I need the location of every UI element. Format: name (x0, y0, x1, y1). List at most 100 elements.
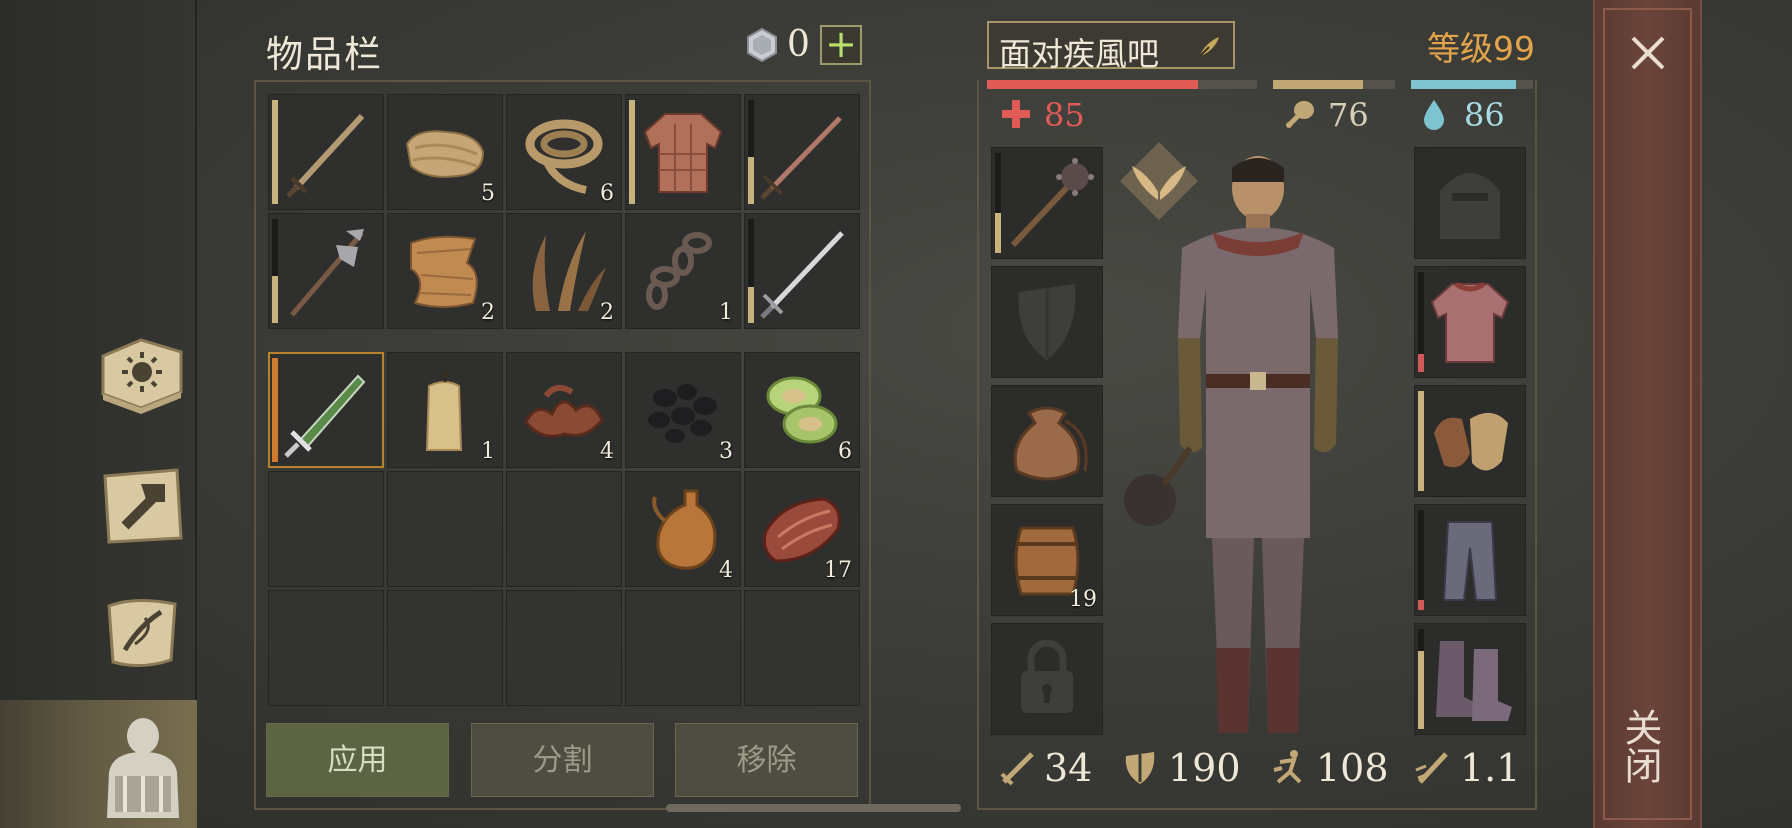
add-coins-button[interactable]: + (820, 25, 862, 65)
apply-button[interactable]: 应用 (266, 723, 449, 797)
inventory-slot-11[interactable] (268, 352, 384, 468)
inventory-slot-9[interactable]: 1 (625, 213, 741, 329)
water-bar (1411, 80, 1533, 89)
item-count: 1 (481, 439, 495, 464)
armor-shield-icon (1125, 752, 1155, 784)
equip-slot-hands[interactable] (1414, 385, 1526, 497)
equip-slot-weapon[interactable] (991, 147, 1103, 259)
chainmail-icon (1430, 281, 1510, 363)
split-button[interactable]: 分割 (471, 723, 654, 797)
inventory-slot-18[interactable] (506, 471, 622, 587)
character-model (1124, 156, 1338, 733)
inventory-slot-23[interactable] (506, 590, 622, 706)
gloves-icon (1434, 412, 1508, 471)
inventory-slot-6[interactable] (268, 213, 384, 329)
equip-slot-legs[interactable] (1414, 504, 1526, 616)
poison-dagger-icon (284, 374, 366, 458)
mace-icon (1010, 158, 1094, 248)
item-count: 5 (481, 181, 495, 206)
halberd-icon (290, 229, 364, 317)
padded-armor-icon (643, 113, 723, 193)
attack-sword-icon (1000, 752, 1034, 786)
water-drop-icon (1424, 100, 1444, 130)
inventory-slot-12[interactable]: 1 (387, 352, 503, 468)
attack-speed-value: 1.1 (1460, 746, 1521, 790)
bag-icon (1013, 406, 1088, 481)
item-count: 6 (600, 181, 614, 206)
inventory-slot-8[interactable]: 2 (506, 213, 622, 329)
item-count: 19 (1069, 587, 1097, 612)
inventory-slot-13[interactable]: 4 (506, 352, 622, 468)
equip-slot-torso[interactable] (1414, 266, 1526, 378)
inventory-slot-15[interactable]: 6 (744, 352, 860, 468)
nav-crafting-button[interactable] (95, 462, 187, 548)
guts-icon (524, 384, 604, 438)
pants-icon (1442, 521, 1498, 601)
food-value: 76 (1328, 96, 1369, 134)
attack-value: 34 (1044, 746, 1093, 790)
silver-coin-icon (747, 27, 777, 63)
item-count: 2 (481, 300, 495, 325)
speed-runner-icon (1273, 750, 1302, 784)
inventory-slot-17[interactable] (387, 471, 503, 587)
inventory-slot-25[interactable] (744, 590, 860, 706)
close-icon[interactable] (1625, 30, 1671, 76)
item-count: 4 (719, 558, 733, 583)
coal-icon (648, 384, 717, 443)
inventory-slot-19[interactable]: 4 (625, 471, 741, 587)
character-name: 面对疾風吧 (999, 35, 1160, 73)
inventory-slot-24[interactable] (625, 590, 741, 706)
quill-edit-icon[interactable] (1195, 33, 1223, 61)
lock-icon (1021, 639, 1073, 713)
scroll-indicator[interactable] (666, 804, 961, 812)
scroll-quill-icon (107, 598, 177, 667)
equip-slot-locked[interactable] (991, 623, 1103, 735)
food-drumstick-icon (1286, 101, 1314, 128)
close-label[interactable]: 关闭 (1618, 708, 1668, 784)
sword-icon (286, 113, 365, 198)
inventory-slot-7[interactable]: 2 (387, 213, 503, 329)
sun-book-icon (101, 338, 183, 414)
item-count: 2 (600, 300, 614, 325)
nav-quests-button[interactable] (95, 590, 187, 676)
nav-inventory-button[interactable] (95, 712, 187, 822)
inventory-slot-16[interactable] (268, 471, 384, 587)
candle-icon (425, 370, 463, 451)
inventory-slot-10[interactable] (744, 213, 860, 329)
inventory-slot-5[interactable] (744, 94, 860, 210)
close-panel[interactable] (1593, 0, 1702, 828)
bandage-icon (766, 376, 838, 444)
item-count: 17 (824, 558, 852, 583)
item-count: 3 (719, 439, 733, 464)
equip-slot-shield[interactable] (991, 266, 1103, 378)
health-value: 85 (1044, 96, 1085, 134)
inventory-slot-20[interactable]: 17 (744, 471, 860, 587)
plant-fiber-icon (532, 231, 606, 311)
inventory-slot-2[interactable]: 5 (387, 94, 503, 210)
character-name-box[interactable]: 面对疾風吧 (987, 21, 1235, 73)
cloth-roll-icon (405, 130, 485, 178)
water-value: 86 (1464, 96, 1505, 134)
hammer-map-icon (103, 468, 183, 544)
armor-value: 190 (1168, 746, 1241, 790)
nav-journal-button[interactable] (95, 330, 187, 416)
inventory-slot-14[interactable]: 3 (625, 352, 741, 468)
equip-slot-feet[interactable] (1414, 623, 1526, 735)
inventory-slot-22[interactable] (387, 590, 503, 706)
health-bar (987, 80, 1257, 89)
remove-button[interactable]: 移除 (675, 723, 858, 797)
inventory-slot-4[interactable] (625, 94, 741, 210)
inventory-slot-21[interactable] (268, 590, 384, 706)
helmet-icon (1440, 173, 1500, 239)
equip-slot-container[interactable]: 19 (991, 504, 1103, 616)
steel-sword-icon (760, 231, 844, 319)
equip-slot-bag[interactable] (991, 385, 1103, 497)
character-backpack-icon (107, 718, 179, 818)
sword-icon (760, 116, 842, 200)
item-count: 1 (719, 300, 733, 325)
inventory-slot-3[interactable]: 6 (506, 94, 622, 210)
health-cross-icon (1002, 100, 1030, 128)
food-bar (1273, 80, 1395, 89)
equip-slot-head[interactable] (1414, 147, 1526, 259)
inventory-slot-1[interactable] (268, 94, 384, 210)
